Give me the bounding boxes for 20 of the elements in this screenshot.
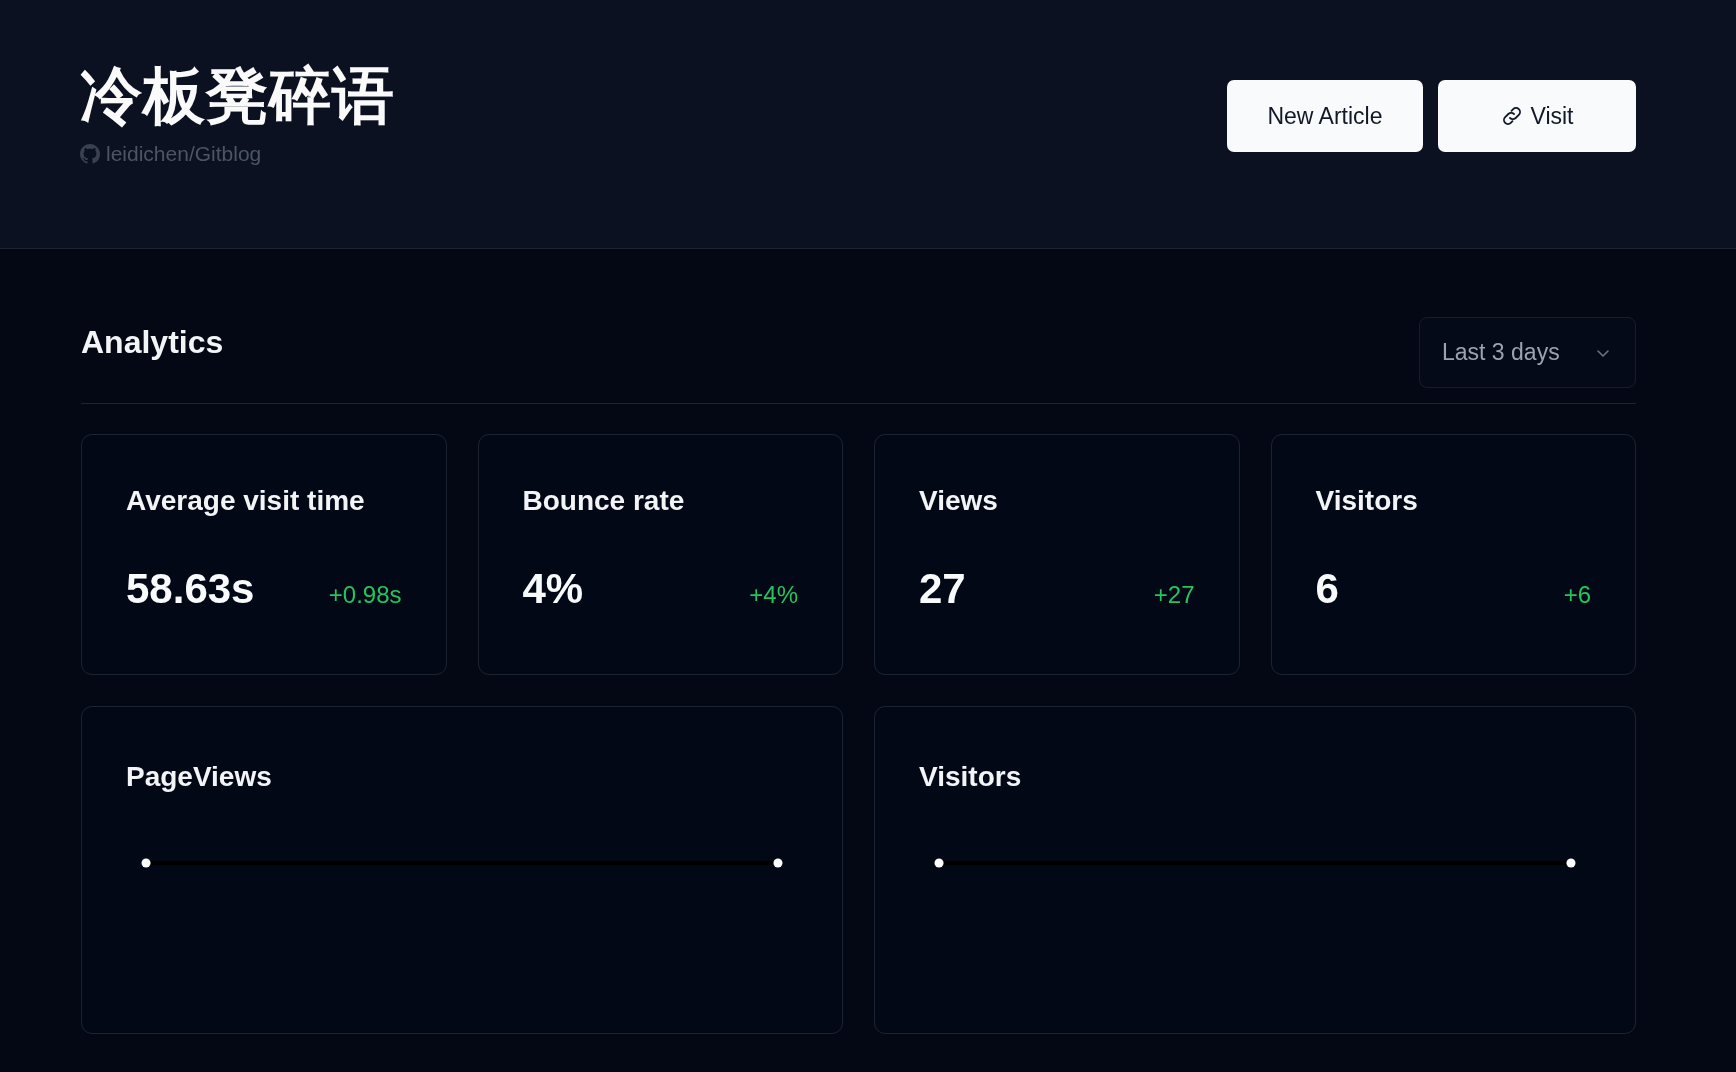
stat-value: 58.63s xyxy=(126,565,255,613)
chart-title: Visitors xyxy=(919,760,1023,794)
stat-label: Bounce rate xyxy=(522,484,686,518)
section-title: Analytics xyxy=(81,324,224,361)
site-title: 冷板凳碎语 xyxy=(80,60,395,132)
stat-label: Average visit time xyxy=(126,484,366,518)
date-range-select[interactable]: Last 3 days xyxy=(1419,317,1636,388)
stat-label: Visitors xyxy=(1315,484,1419,518)
stat-value: 27 xyxy=(919,565,966,613)
github-icon xyxy=(80,144,100,164)
chart-title: PageViews xyxy=(126,760,273,794)
stat-label: Views xyxy=(919,484,999,518)
visit-button[interactable]: Visit xyxy=(1438,80,1636,152)
stat-change: +4% xyxy=(749,581,798,609)
stat-value: 6 xyxy=(1315,565,1339,613)
stat-change: +27 xyxy=(1153,581,1195,609)
stat-value: 4% xyxy=(522,565,584,613)
stat-change: +6 xyxy=(1563,581,1591,609)
new-article-button[interactable]: New Article xyxy=(1227,80,1423,152)
stat-change: +0.98s xyxy=(328,581,402,609)
